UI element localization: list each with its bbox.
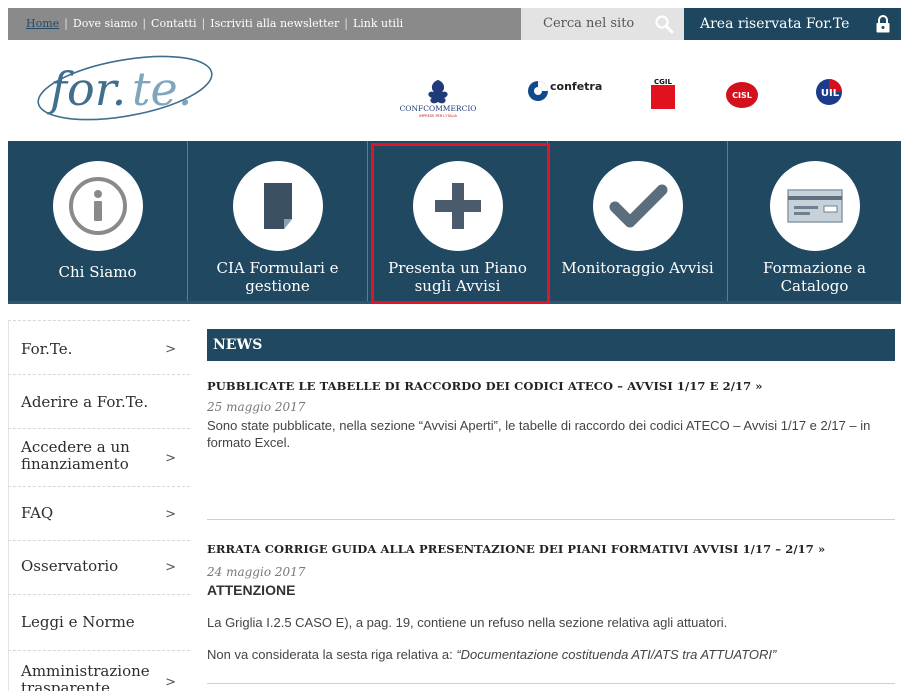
top-links: Home | Dove siamo | Contatti | Iscriviti alla … (26, 17, 404, 30)
plus-icon (412, 161, 503, 251)
newsletter-link[interactable]: Iscriviti alla newsletter (210, 17, 339, 30)
nav-formazione-catalogo-label: Formazione a Catalogo (763, 259, 866, 295)
confcommercio-emblem-icon: CONFCOMMERCIO IMPRESE PER L'ITALIA (400, 80, 477, 118)
news-article: ERRATA CORRIGE GUIDA ALLA PRESENTAZIONE … (207, 542, 895, 663)
sidebar-item-forte[interactable]: For.Te. > (8, 320, 190, 374)
news-article: PUBBLICATE LE TABELLE DI RACCORDO DEI CO… (207, 379, 895, 451)
svg-text:CISL: CISL (732, 91, 752, 100)
nav-chi-siamo[interactable]: Chi Siamo (8, 141, 188, 301)
article-subheading: ATTENZIONE (207, 582, 296, 598)
article-paragraph-text: Non va considerata la sesta riga relativ… (207, 647, 457, 662)
article-title-link[interactable]: PUBBLICATE LE TABELLE DI RACCORDO DEI CO… (207, 379, 895, 393)
sidebar-item-label: Aderire a For.Te. (21, 393, 149, 411)
sidebar-item-label: Amministrazione trasparente (21, 662, 150, 691)
cisl-logo[interactable]: CISL (724, 80, 760, 110)
article-date: 25 maggio 2017 (207, 400, 306, 414)
sidebar-item-label: FAQ (21, 504, 54, 522)
sidebar-item-leggi-norme[interactable]: Leggi e Norme (8, 594, 190, 650)
article-paragraph: Non va considerata la sesta riga relativ… (207, 646, 895, 663)
article-divider (207, 519, 895, 520)
chevron-right-icon: > (165, 675, 176, 690)
nav-cia-formulari[interactable]: CIA Formulari e gestione (188, 141, 368, 301)
svg-text:UIL: UIL (821, 88, 840, 99)
sidebar-item-finanziamento[interactable]: Accedere a un finanziamento > (8, 428, 190, 486)
chevron-right-icon: > (165, 342, 176, 357)
top-bar: Home | Dove siamo | Contatti | Iscriviti alla … (8, 8, 901, 40)
svg-text:confetra: confetra (550, 80, 602, 93)
sidebar-item-label: For.Te. (21, 340, 73, 358)
info-icon (52, 161, 143, 251)
nav-monitoraggio-label: Monitoraggio Avvisi (561, 259, 714, 277)
check-card-icon (769, 161, 860, 251)
svg-text:CGIL: CGIL (654, 78, 672, 86)
sidebar: For.Te. > Aderire a For.Te. Accedere a u… (8, 320, 190, 691)
news-heading: NEWS (207, 329, 895, 361)
lock-icon (876, 15, 890, 33)
article-body: Sono state pubblicate, nella sezione “Av… (207, 418, 871, 450)
cgil-logo[interactable]: CGIL (649, 77, 677, 109)
svg-text:te.: te. (132, 62, 192, 116)
search-icon[interactable] (654, 14, 674, 34)
sidebar-item-faq[interactable]: FAQ > (8, 486, 190, 540)
confcommercio-logo[interactable]: CONFCOMMERCIO IMPRESE PER L'ITALIA (388, 76, 488, 120)
chevron-right-icon: > (165, 507, 176, 522)
main-navigation: Chi Siamo CIA Formulari e gestione Prese… (8, 141, 901, 304)
home-link[interactable]: Home (26, 17, 59, 30)
sidebar-item-label: Leggi e Norme (21, 613, 135, 631)
nav-chi-siamo-label: Chi Siamo (58, 263, 137, 281)
uil-logo[interactable]: UIL (808, 77, 850, 111)
nav-presenta-piano-label: Presenta un Piano sugli Avvisi (388, 259, 527, 295)
nav-cia-formulari-label: CIA Formulari e gestione (216, 259, 339, 295)
dove-siamo-link[interactable]: Dove siamo (73, 17, 137, 30)
svg-text:for.: for. (47, 62, 126, 116)
confetra-logo[interactable]: confetra (526, 76, 606, 106)
site-search[interactable]: Cerca nel sito (521, 8, 684, 40)
nav-monitoraggio[interactable]: Monitoraggio Avvisi (548, 141, 728, 301)
svg-text:CONFCOMMERCIO: CONFCOMMERCIO (400, 104, 477, 113)
chevron-right-icon: > (165, 451, 176, 466)
checkmark-icon (592, 161, 683, 251)
search-label: Cerca nel sito (543, 16, 635, 31)
chevron-right-icon: > (165, 560, 176, 575)
article-date: 24 maggio 2017 (207, 565, 306, 579)
article-paragraph: La Griglia I.2.5 CASO E), a pag. 19, con… (207, 615, 728, 630)
forte-logo[interactable]: for. te. (30, 50, 220, 130)
svg-text:IMPRESE PER L'ITALIA: IMPRESE PER L'ITALIA (419, 114, 457, 118)
article-title-link[interactable]: ERRATA CORRIGE GUIDA ALLA PRESENTAZIONE … (207, 542, 895, 556)
sidebar-item-label: Accedere a un finanziamento (21, 438, 130, 473)
article-divider (207, 683, 895, 684)
sidebar-item-label: Osservatorio (21, 557, 119, 575)
document-icon (232, 161, 323, 251)
reserved-area-button[interactable]: Area riservata For.Te (684, 8, 901, 40)
article-quote: “Documentazione costituenda ATI/ATS tra … (456, 647, 777, 662)
sidebar-item-osservatorio[interactable]: Osservatorio > (8, 540, 190, 594)
nav-presenta-piano[interactable]: Presenta un Piano sugli Avvisi (368, 141, 550, 304)
link-utili-link[interactable]: Link utili (353, 17, 403, 30)
sidebar-item-amministrazione[interactable]: Amministrazione trasparente > (8, 650, 190, 691)
nav-formazione-catalogo[interactable]: Formazione a Catalogo (728, 141, 901, 301)
contatti-link[interactable]: Contatti (151, 17, 196, 30)
sidebar-item-aderire[interactable]: Aderire a For.Te. (8, 374, 190, 428)
header: for. te. CONFCOMMERCIO IMPRESE PER L'ITA… (8, 40, 901, 141)
reserved-area-label: Area riservata For.Te (700, 16, 850, 32)
